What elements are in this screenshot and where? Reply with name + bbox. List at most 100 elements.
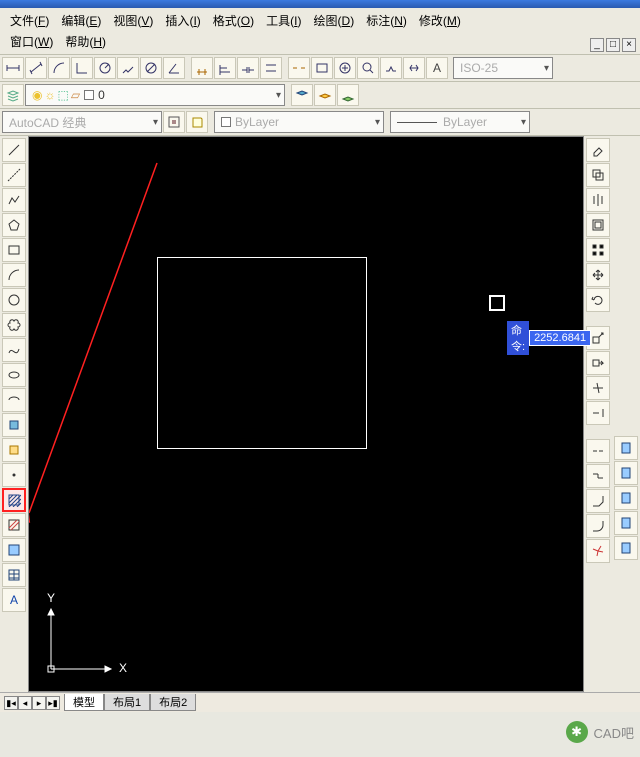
dim-aligned-icon[interactable] xyxy=(25,57,47,79)
layer-states-icon[interactable] xyxy=(291,84,313,106)
circle-icon[interactable] xyxy=(2,288,26,312)
menu-annot[interactable]: 标注(N) xyxy=(360,10,413,31)
dim-angular-icon[interactable] xyxy=(163,57,185,79)
offset-icon[interactable] xyxy=(586,213,610,237)
extend-icon[interactable] xyxy=(586,401,610,425)
palette1-icon[interactable] xyxy=(614,436,638,460)
layer-prev-icon[interactable] xyxy=(337,84,359,106)
hatch-icon[interactable] xyxy=(2,488,26,512)
polygon-icon[interactable] xyxy=(2,213,26,237)
palette3-icon[interactable] xyxy=(614,486,638,510)
minimize-button[interactable]: _ xyxy=(590,38,604,52)
layer-dropdown[interactable]: ◉ ☼ ⬚ ▱ 0 xyxy=(25,84,285,106)
dim-radius-icon[interactable] xyxy=(94,57,116,79)
join-icon[interactable] xyxy=(586,464,610,488)
rectangle-icon[interactable] xyxy=(2,238,26,262)
dim-linear-icon[interactable] xyxy=(2,57,24,79)
center-mark-icon[interactable] xyxy=(334,57,356,79)
layout-tabs-row: ▮◂ ◂ ▸ ▸▮ 模型 布局1 布局2 xyxy=(0,692,640,712)
dim-jogline-icon[interactable] xyxy=(380,57,402,79)
tolerance-icon[interactable] xyxy=(311,57,333,79)
mtext-icon[interactable]: A xyxy=(2,588,26,612)
region-icon[interactable] xyxy=(2,538,26,562)
erase-icon[interactable] xyxy=(586,138,610,162)
polyline-icon[interactable] xyxy=(2,188,26,212)
menu-help[interactable]: 帮助(H) xyxy=(59,31,112,52)
menu-format[interactable]: 格式(O) xyxy=(207,10,260,31)
tab-first-button[interactable]: ▮◂ xyxy=(4,696,18,710)
menu-draw[interactable]: 绘图(D) xyxy=(308,10,361,31)
point-icon[interactable] xyxy=(2,463,26,487)
dim-break-icon[interactable] xyxy=(288,57,310,79)
restore-button[interactable]: □ xyxy=(606,38,620,52)
tab-layout1[interactable]: 布局1 xyxy=(104,694,150,711)
table-icon[interactable] xyxy=(2,563,26,587)
drawing-canvas[interactable]: 命令: 2252.6841 X Y xyxy=(28,136,584,692)
copy-icon[interactable] xyxy=(586,163,610,187)
make-block-icon[interactable] xyxy=(2,438,26,462)
layer-iso-icon[interactable] xyxy=(314,84,336,106)
array-icon[interactable] xyxy=(586,238,610,262)
menu-bar: 文件(F) 编辑(E) 视图(V) 插入(I) 格式(O) 工具(I) 绘图(D… xyxy=(0,8,640,55)
menu-window[interactable]: 窗口(W) xyxy=(4,31,59,52)
color-dropdown[interactable]: ByLayer xyxy=(214,111,384,133)
dim-quick-icon[interactable] xyxy=(191,57,213,79)
workspace-save-icon[interactable] xyxy=(186,111,208,133)
palette4-icon[interactable] xyxy=(614,511,638,535)
rotate-icon[interactable] xyxy=(586,288,610,312)
dim-jogged-icon[interactable] xyxy=(117,57,139,79)
close-button[interactable]: × xyxy=(622,38,636,52)
insert-block-icon[interactable] xyxy=(2,413,26,437)
spline-icon[interactable] xyxy=(2,338,26,362)
explode-icon[interactable] xyxy=(586,539,610,563)
tab-last-button[interactable]: ▸▮ xyxy=(46,696,60,710)
arc-icon[interactable] xyxy=(2,263,26,287)
dim-inspect-icon[interactable] xyxy=(357,57,379,79)
tab-layout2[interactable]: 布局2 xyxy=(150,694,196,711)
line-icon[interactable] xyxy=(2,138,26,162)
menu-edit[interactable]: 编辑(E) xyxy=(55,10,107,31)
dim-arc-icon[interactable] xyxy=(48,57,70,79)
fillet-icon[interactable] xyxy=(586,514,610,538)
menu-view[interactable]: 视图(V) xyxy=(107,10,159,31)
ellipse-arc-icon[interactable] xyxy=(2,388,26,412)
chamfer-icon[interactable] xyxy=(586,489,610,513)
gradient-icon[interactable] xyxy=(2,513,26,537)
palette2-icon[interactable] xyxy=(614,461,638,485)
dim-continue-icon[interactable] xyxy=(237,57,259,79)
ucs-x-label: X xyxy=(119,661,127,675)
tab-next-button[interactable]: ▸ xyxy=(32,696,46,710)
menu-modify[interactable]: 修改(M) xyxy=(413,10,467,31)
tooltip-value: 2252.6841 xyxy=(529,330,591,346)
palette5-icon[interactable] xyxy=(614,536,638,560)
ucs-y-label: Y xyxy=(47,591,55,605)
layer-manager-icon[interactable] xyxy=(2,84,24,106)
revcloud-icon[interactable] xyxy=(2,313,26,337)
drawn-rectangle xyxy=(157,257,367,449)
tooltip-label: 命令: xyxy=(507,321,529,355)
workspace-dropdown[interactable]: AutoCAD 经典 xyxy=(2,111,162,133)
dim-diameter-icon[interactable] xyxy=(140,57,162,79)
tab-model[interactable]: 模型 xyxy=(64,694,104,711)
menu-file[interactable]: 文件(F) xyxy=(4,10,55,31)
trim-icon[interactable] xyxy=(586,376,610,400)
dim-baseline-icon[interactable] xyxy=(214,57,236,79)
color-swatch xyxy=(221,117,231,127)
linetype-dropdown[interactable]: ByLayer xyxy=(390,111,530,133)
dim-ordinate-icon[interactable] xyxy=(71,57,93,79)
tab-prev-button[interactable]: ◂ xyxy=(18,696,32,710)
layers-toolbar: ◉ ☼ ⬚ ▱ 0 xyxy=(0,82,640,109)
dim-space-icon[interactable] xyxy=(260,57,282,79)
dim-style-dropdown[interactable]: ISO-25 xyxy=(453,57,553,79)
ellipse-icon[interactable] xyxy=(2,363,26,387)
dim-textedit-icon[interactable]: A xyxy=(426,57,448,79)
menu-insert[interactable]: 插入(I) xyxy=(159,10,206,31)
linetype-preview xyxy=(397,122,437,123)
break-icon[interactable] xyxy=(586,439,610,463)
dim-edit-icon[interactable] xyxy=(403,57,425,79)
workspace-settings-icon[interactable] xyxy=(163,111,185,133)
menu-tools[interactable]: 工具(I) xyxy=(260,10,307,31)
mirror-icon[interactable] xyxy=(586,188,610,212)
move-icon[interactable] xyxy=(586,263,610,287)
xline-icon[interactable] xyxy=(2,163,26,187)
